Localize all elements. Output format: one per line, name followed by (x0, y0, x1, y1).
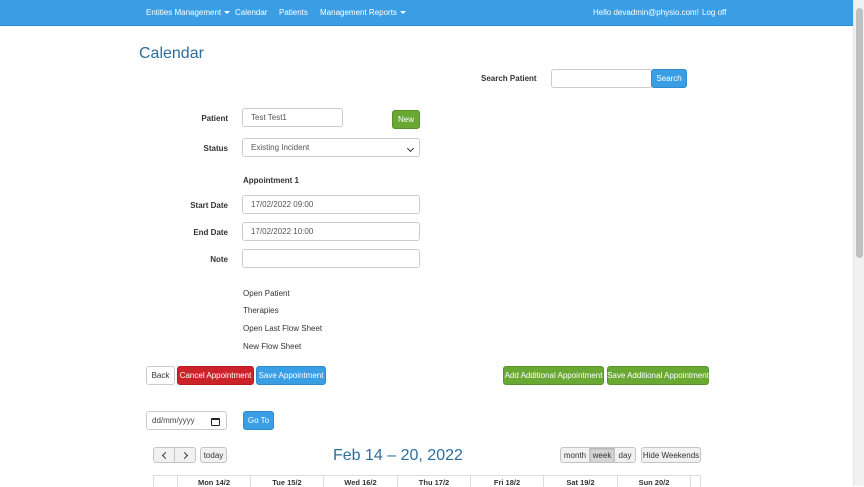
search-patient-input[interactable] (551, 69, 653, 88)
search-patient-label: Search Patient (481, 74, 537, 83)
nav-logoff[interactable]: Log off (702, 8, 726, 17)
day-header-fri[interactable]: Fri 18/2 (470, 476, 543, 487)
appointment-heading: Appointment 1 (243, 176, 299, 185)
start-date-field[interactable]: 17/02/2022 09:00 (242, 195, 420, 214)
status-selected-value: Existing Incident (251, 143, 310, 152)
new-patient-button[interactable]: New (392, 110, 420, 129)
nav-calendar[interactable]: Calendar (235, 8, 267, 17)
therapies-link[interactable]: Therapies (243, 306, 279, 315)
end-date-field[interactable]: 17/02/2022 10:00 (242, 222, 420, 241)
prev-week-button[interactable] (153, 447, 175, 463)
nav-management-reports[interactable]: Management Reports (320, 8, 406, 17)
goto-date-placeholder: dd/mm/yyyy (152, 416, 195, 425)
chevron-left-icon (161, 451, 169, 459)
day-header-mon[interactable]: Mon 14/2 (177, 476, 250, 487)
calendar-range-title: Feb 14 – 20, 2022 (333, 447, 463, 464)
save-appointment-button[interactable]: Save Appointment (256, 366, 326, 385)
end-date-label: End Date (193, 228, 228, 237)
calendar-icon[interactable] (211, 418, 220, 426)
day-header-wed[interactable]: Wed 16/2 (323, 476, 397, 487)
back-button[interactable]: Back (146, 366, 175, 385)
goto-date-input[interactable]: dd/mm/yyyy (146, 411, 227, 430)
patient-field[interactable]: Test Test1 (242, 108, 343, 127)
page-title: Calendar (139, 45, 204, 62)
calendar-week-header: Mon 14/2 Tue 15/2 Wed 16/2 Thu 17/2 Fri … (153, 475, 701, 487)
next-week-button[interactable] (174, 447, 196, 463)
time-gutter-header (153, 476, 177, 487)
day-header-tue[interactable]: Tue 15/2 (250, 476, 323, 487)
day-header-thu[interactable]: Thu 17/2 (397, 476, 470, 487)
cancel-appointment-button[interactable]: Cancel Appointment (177, 366, 254, 385)
chevron-right-icon (180, 451, 188, 459)
start-date-label: Start Date (190, 201, 228, 210)
vertical-scrollbar[interactable] (853, 0, 864, 486)
scrollbar-thumb[interactable] (856, 8, 863, 258)
nav-user-greeting[interactable]: Hello devadmin@physio.com! (593, 8, 699, 17)
note-label: Note (210, 255, 228, 264)
week-view-button[interactable]: week (589, 447, 615, 463)
status-select[interactable]: Existing Incident (242, 138, 420, 157)
patient-label: Patient (201, 114, 228, 123)
search-button[interactable]: Search (651, 69, 687, 88)
caret-down-icon (224, 11, 231, 15)
open-patient-link[interactable]: Open Patient (243, 289, 290, 298)
new-flow-sheet-link[interactable]: New Flow Sheet (243, 342, 301, 351)
month-view-button[interactable]: month (560, 447, 590, 463)
day-view-button[interactable]: day (614, 447, 636, 463)
today-button[interactable]: today (200, 447, 227, 463)
add-additional-appointment-button[interactable]: Add Additional Appointment (503, 366, 604, 385)
save-additional-appointment-button[interactable]: Save Additional Appointment (607, 366, 709, 385)
nav-entities-label: Entities Management (146, 8, 222, 17)
goto-button[interactable]: Go To (243, 411, 274, 430)
nav-patients[interactable]: Patients (279, 8, 308, 17)
scroll-gutter-header (690, 476, 701, 487)
day-header-sun[interactable]: Sun 20/2 (617, 476, 690, 487)
chevron-down-icon (406, 144, 415, 153)
open-last-flow-sheet-link[interactable]: Open Last Flow Sheet (243, 324, 322, 333)
nav-reports-label: Management Reports (320, 8, 397, 17)
top-navbar: Entities Management Calendar Patients Ma… (0, 0, 853, 26)
nav-entities-management[interactable]: Entities Management (146, 8, 231, 17)
day-header-sat[interactable]: Sat 19/2 (543, 476, 617, 487)
status-label: Status (203, 144, 228, 153)
caret-down-icon (399, 11, 406, 15)
hide-weekends-button[interactable]: Hide Weekends (641, 447, 701, 463)
note-field[interactable] (242, 249, 420, 268)
